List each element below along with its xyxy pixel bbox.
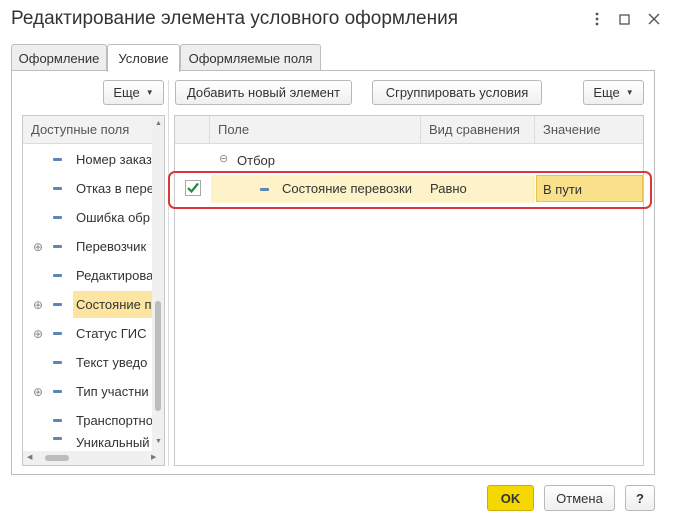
tab-condition[interactable]: Условие <box>107 44 180 72</box>
available-fields-list[interactable]: Доступные поля Номер заказ Отказ в пере … <box>22 115 165 466</box>
expand-plus-icon[interactable]: ⊕ <box>33 298 43 312</box>
field-icon <box>53 216 62 219</box>
available-fields-rows: Номер заказ Отказ в пере Ошибка обр ⊕ Пе… <box>23 145 154 451</box>
field-icon <box>53 390 62 393</box>
tab-appearance[interactable]: Оформление <box>11 44 107 71</box>
list-item[interactable]: Редактирова <box>23 261 153 290</box>
panel-splitter[interactable] <box>168 80 169 466</box>
window-title: Редактирование элемента условного оформл… <box>11 8 459 29</box>
table-row-group[interactable]: ⊖ Отбор <box>175 146 643 174</box>
field-icon <box>53 274 62 277</box>
more-options-icon[interactable] <box>584 6 610 32</box>
expand-plus-icon[interactable]: ⊕ <box>33 327 43 341</box>
maximize-icon[interactable] <box>611 6 637 32</box>
list-item-selected[interactable]: ⊕ Состояние п <box>23 290 153 319</box>
field-icon <box>53 187 62 190</box>
list-item[interactable]: Номер заказ <box>23 145 153 174</box>
caret-down-icon: ▼ <box>625 88 634 97</box>
list-item[interactable]: Отказ в пере <box>23 174 154 203</box>
conditions-table[interactable]: Поле Вид сравнения Значение ⊖ Отбор Сост… <box>174 115 644 466</box>
column-header-comparison: Вид сравнения <box>421 116 535 143</box>
available-fields-header: Доступные поля <box>31 122 130 137</box>
scroll-down-arrow-icon[interactable]: ▼ <box>155 438 162 445</box>
column-header-value: Значение <box>543 122 601 137</box>
expand-plus-icon[interactable]: ⊕ <box>33 240 43 254</box>
right-more-button[interactable]: Еще ▼ <box>583 80 644 105</box>
tab-formatted-fields[interactable]: Оформляемые поля <box>180 44 321 71</box>
scroll-right-arrow-icon[interactable]: ▶ <box>151 453 156 461</box>
list-item[interactable]: Ошибка обр <box>23 203 153 232</box>
left-more-button[interactable]: Еще ▼ <box>103 80 164 105</box>
scrollbar-thumb[interactable] <box>155 301 161 411</box>
field-icon <box>53 437 62 440</box>
group-label: Отбор <box>237 153 275 168</box>
close-icon[interactable] <box>641 6 667 32</box>
collapse-minus-icon[interactable]: ⊖ <box>219 152 228 165</box>
help-button[interactable]: ? <box>625 485 655 511</box>
group-conditions-button[interactable]: Сгруппировать условия <box>372 80 542 105</box>
checkbox-column-header <box>175 116 210 143</box>
field-icon <box>53 332 62 335</box>
vertical-scrollbar[interactable]: ▲ ▼ <box>152 116 164 451</box>
list-item[interactable]: ⊕ Перевозчик <box>23 232 153 261</box>
list-item[interactable]: Уникальный <box>23 435 153 451</box>
field-icon <box>53 303 62 306</box>
expand-plus-icon[interactable]: ⊕ <box>33 385 43 399</box>
list-item[interactable]: Транспортно <box>23 406 153 435</box>
list-item[interactable]: ⊕ Статус ГИС <box>23 319 153 348</box>
field-icon <box>53 158 62 161</box>
list-item[interactable]: ⊕ Тип участни <box>23 377 153 406</box>
scroll-left-arrow-icon[interactable]: ◀ <box>27 453 32 461</box>
scrollbar-thumb[interactable] <box>45 455 69 461</box>
add-element-button[interactable]: Добавить новый элемент <box>175 80 352 105</box>
list-item[interactable]: Текст уведо <box>23 348 153 377</box>
field-icon <box>53 245 62 248</box>
horizontal-scrollbar[interactable]: ◀ ▶ <box>23 451 164 465</box>
field-icon <box>53 419 62 422</box>
cancel-button[interactable]: Отмена <box>544 485 615 511</box>
scroll-up-arrow-icon[interactable]: ▲ <box>155 120 162 127</box>
annotation-highlight <box>168 171 652 209</box>
column-header-field: Поле <box>210 116 421 143</box>
field-icon <box>53 361 62 364</box>
ok-button[interactable]: OK <box>487 485 534 511</box>
caret-down-icon: ▼ <box>145 88 154 97</box>
